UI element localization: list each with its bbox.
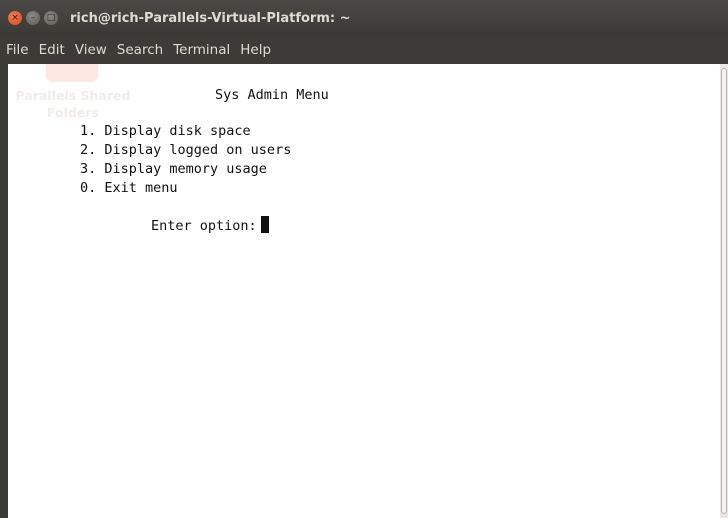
- desktop-icon-label: Parallels Shared Folders: [8, 87, 138, 121]
- menu-option: 1. Display disk space: [80, 123, 251, 139]
- desktop-icon-label-line1: Parallels Shared: [15, 88, 131, 103]
- menu-title: Sys Admin Menu: [215, 87, 329, 103]
- title-bar[interactable]: × – □ rich@rich-Parallels-Virtual-Platfo…: [0, 0, 728, 36]
- window-title: rich@rich-Parallels-Virtual-Platform: ~: [70, 10, 351, 26]
- terminal-window: × – □ rich@rich-Parallels-Virtual-Platfo…: [0, 0, 728, 518]
- desktop-icon-label-line2: Folders: [47, 105, 99, 120]
- menu-view[interactable]: View: [70, 42, 112, 58]
- prompt-text: Enter option:: [151, 218, 257, 234]
- menu-option: 0. Exit menu: [80, 180, 178, 196]
- menu-help[interactable]: Help: [235, 42, 276, 58]
- scrollbar-thumb[interactable]: [721, 68, 727, 514]
- menu-edit[interactable]: Edit: [34, 42, 70, 58]
- input-prompt: Enter option:: [151, 216, 269, 236]
- menu-search[interactable]: Search: [112, 42, 168, 58]
- menu-terminal[interactable]: Terminal: [168, 42, 235, 58]
- text-cursor[interactable]: [260, 216, 269, 233]
- shared-folder-icon: [46, 64, 98, 82]
- close-icon[interactable]: ×: [8, 11, 22, 25]
- menu-option: 2. Display logged on users: [80, 142, 292, 158]
- scrollbar[interactable]: [720, 64, 728, 518]
- menu-bar: File Edit View Search Terminal Help: [0, 36, 728, 64]
- maximize-icon[interactable]: □: [44, 11, 58, 25]
- terminal-area[interactable]: Parallels Shared Folders Sys Admin Menu …: [8, 64, 720, 518]
- menu-option: 3. Display memory usage: [80, 161, 267, 177]
- menu-file[interactable]: File: [1, 42, 34, 58]
- minimize-icon[interactable]: –: [26, 11, 40, 25]
